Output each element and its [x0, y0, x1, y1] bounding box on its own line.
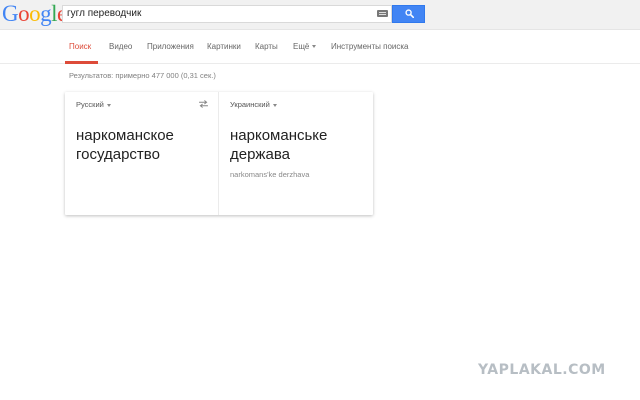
translated-text-line: держава	[230, 146, 290, 163]
source-language-select[interactable]: Русский	[76, 100, 111, 109]
tab-more-label: Ещё	[293, 42, 310, 51]
swap-languages-icon[interactable]	[198, 100, 209, 108]
tab-search[interactable]: Поиск	[69, 42, 91, 51]
translator-card: Русский Украинский наркоманское государс…	[65, 92, 373, 215]
top-bar: Google	[0, 0, 640, 30]
tab-maps[interactable]: Карты	[255, 42, 278, 51]
caret-down-icon	[106, 103, 111, 107]
transliteration: narkomans'ke derzhava	[230, 170, 310, 179]
keyboard-icon[interactable]	[377, 10, 388, 17]
tab-video[interactable]: Видео	[109, 42, 132, 51]
search-box	[62, 5, 392, 23]
active-tab-indicator	[65, 61, 98, 64]
tab-more[interactable]: Ещё	[293, 42, 317, 51]
watermark: YAPLAKAL.COM	[478, 362, 606, 378]
tab-apps[interactable]: Приложения	[147, 42, 194, 51]
tab-search-tools[interactable]: Инструменты поиска	[331, 42, 408, 51]
search-button[interactable]	[392, 5, 425, 23]
translated-text: наркоманське держава	[230, 126, 370, 164]
tab-images[interactable]: Картинки	[207, 42, 241, 51]
target-language-label: Украинский	[230, 100, 270, 109]
search-icon	[405, 9, 414, 18]
card-divider	[218, 92, 219, 215]
translated-text-line: наркоманське	[230, 127, 328, 144]
source-language-label: Русский	[76, 100, 104, 109]
search-tabs: Поиск Видео Приложения Картинки Карты Ещ…	[0, 31, 640, 64]
google-logo[interactable]: Google	[2, 2, 67, 26]
caret-down-icon	[272, 103, 277, 107]
source-text-line: государство	[76, 146, 160, 163]
search-input[interactable]	[67, 6, 367, 22]
results-stats: Результатов: примерно 477 000 (0,31 сек.…	[69, 71, 216, 80]
source-text[interactable]: наркоманское государство	[76, 126, 216, 164]
source-text-line: наркоманское	[76, 127, 174, 144]
caret-down-icon	[312, 45, 317, 49]
target-language-select[interactable]: Украинский	[230, 100, 277, 109]
